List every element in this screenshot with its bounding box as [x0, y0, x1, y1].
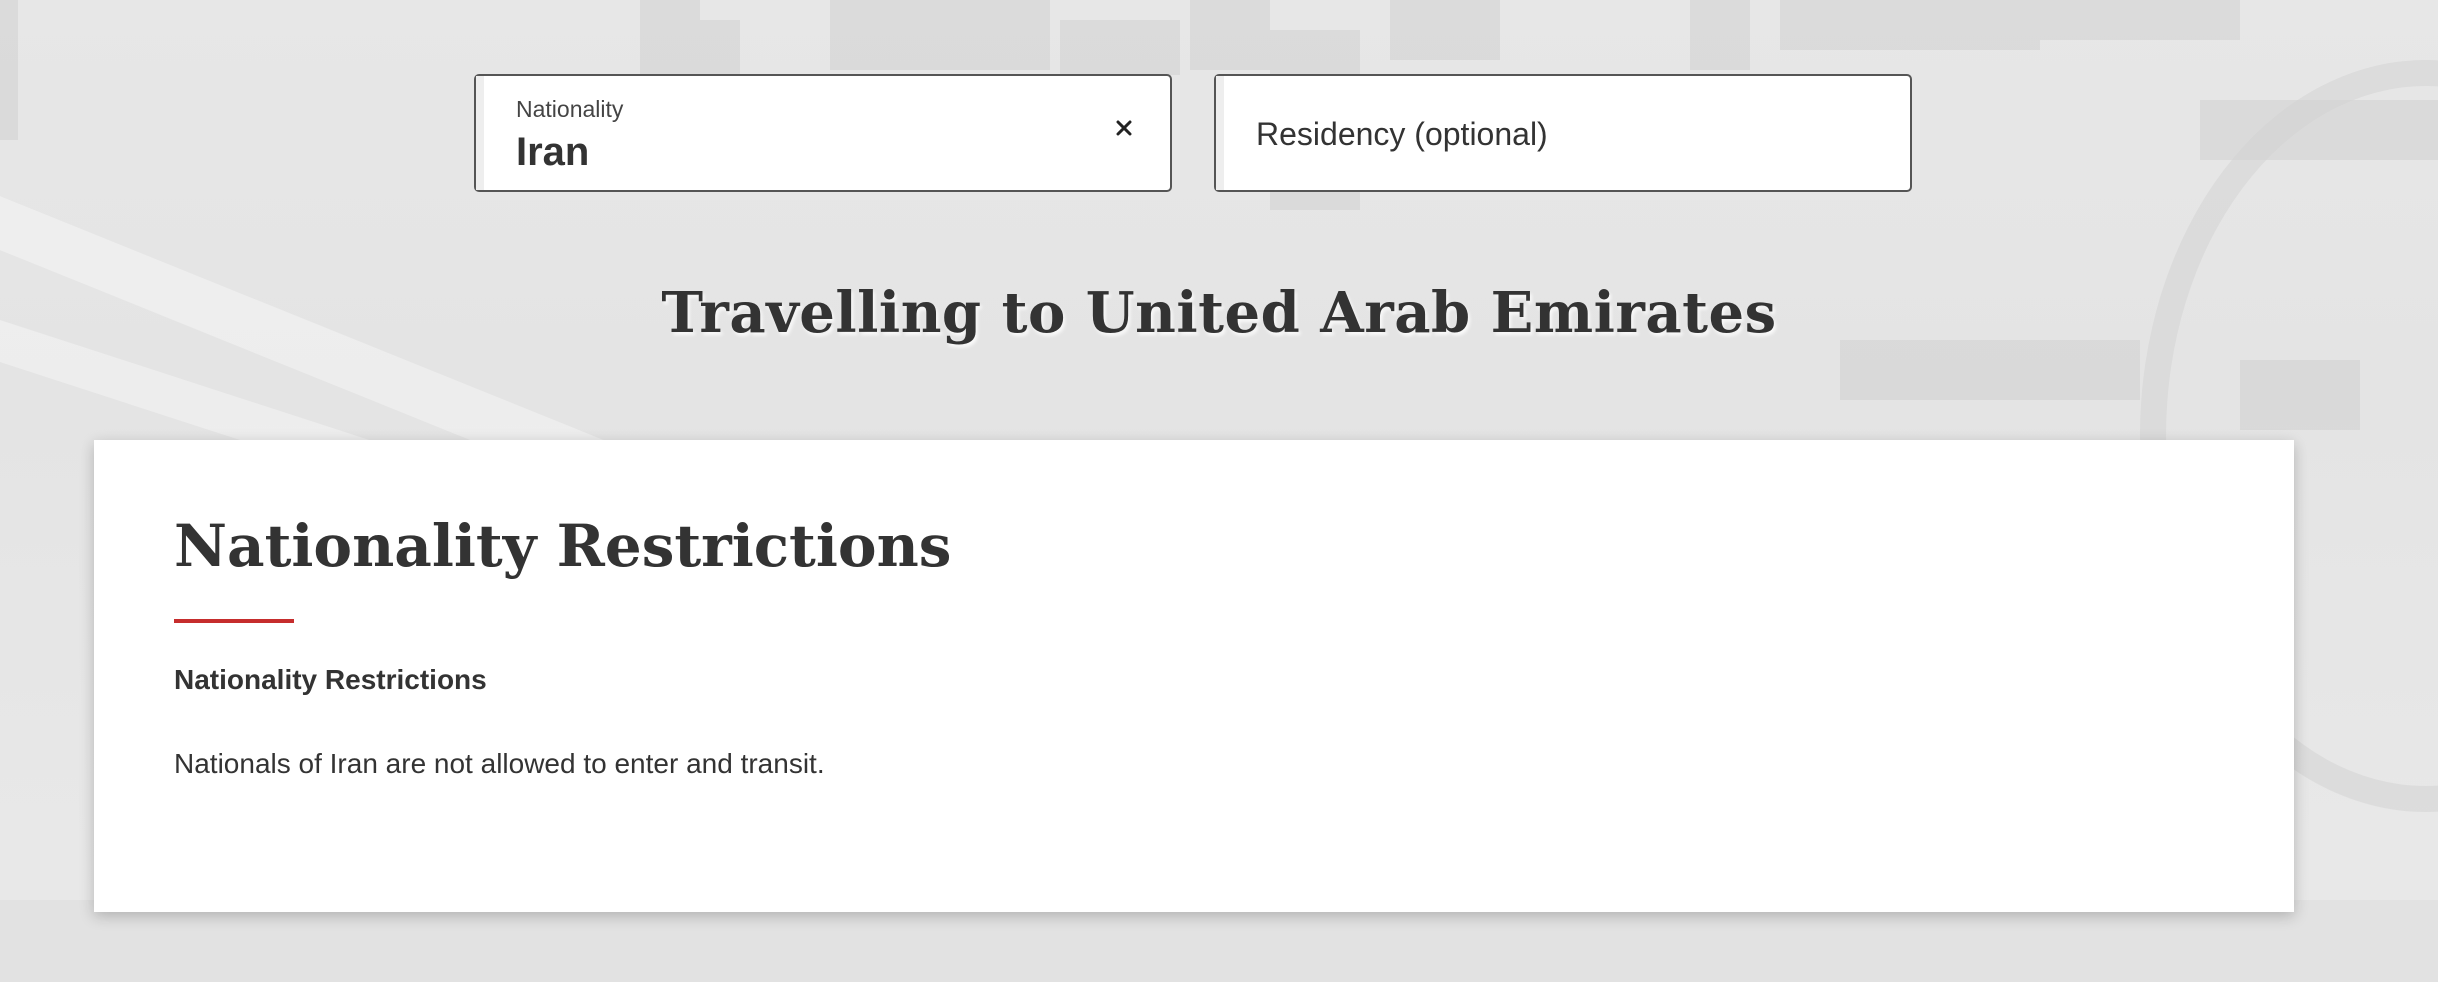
restrictions-card: Nationality Restrictions Nationality Res…	[94, 440, 2294, 912]
restriction-text: Nationals of Iran are not allowed to ent…	[174, 748, 825, 779]
nationality-select[interactable]: Nationality Iran	[474, 74, 1172, 192]
residency-select[interactable]: Residency (optional)	[1214, 74, 1912, 192]
close-icon	[1116, 120, 1132, 136]
nationality-value: Iran	[516, 130, 590, 174]
nationality-label: Nationality	[516, 96, 624, 122]
card-subtitle: Nationality Restrictions	[174, 664, 487, 695]
residency-placeholder: Residency (optional)	[1256, 116, 1548, 152]
page-title: Travelling to United Arab Emirates	[661, 280, 1777, 346]
card-title: Nationality Restrictions	[174, 512, 952, 580]
title-underline	[174, 619, 294, 623]
clear-nationality-button[interactable]	[1110, 114, 1138, 142]
